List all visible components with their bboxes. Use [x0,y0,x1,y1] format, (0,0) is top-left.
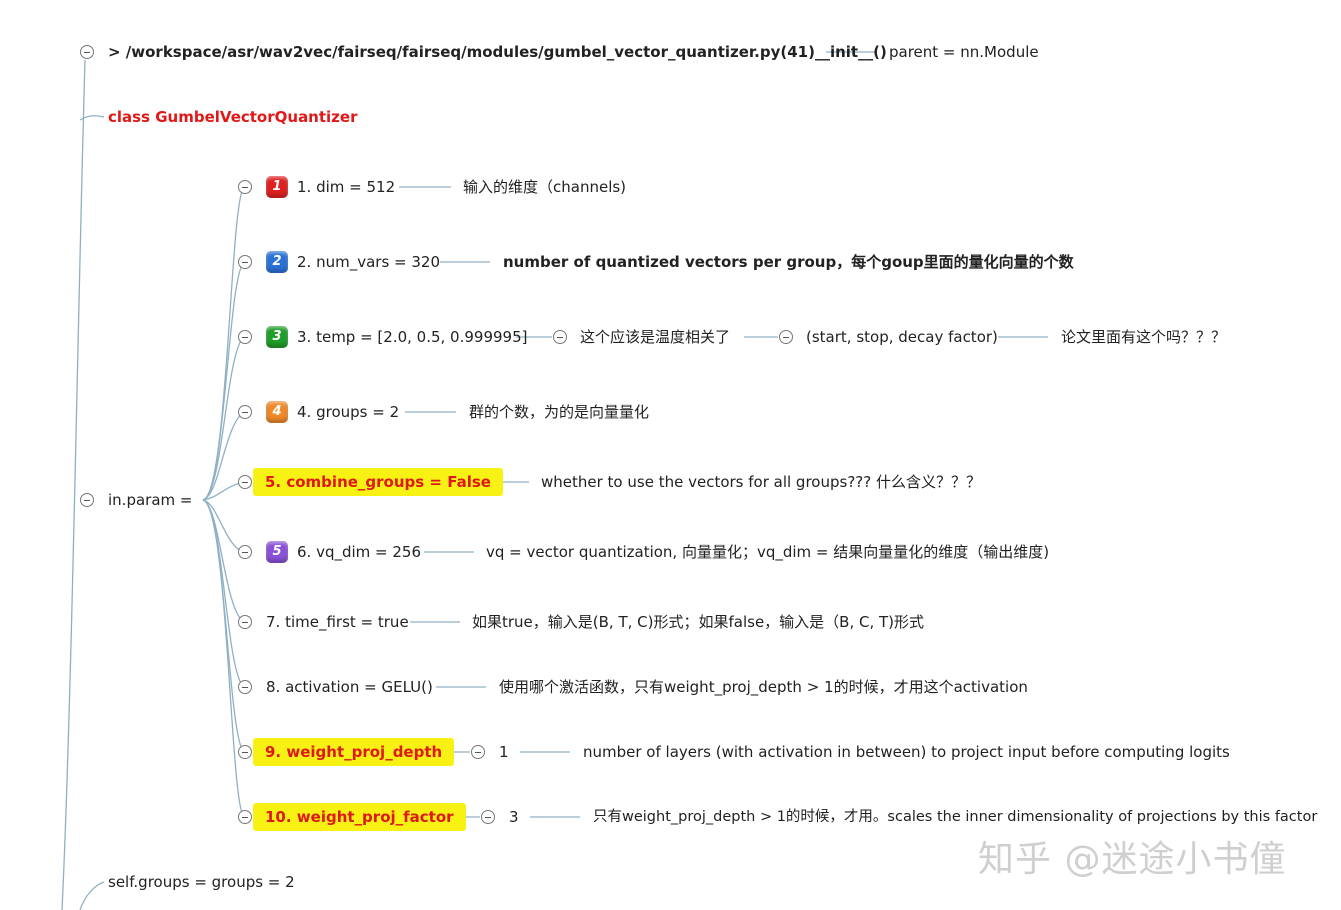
priority-2-icon: 2 [266,251,288,273]
in-param-collapse-toggle[interactable] [80,493,94,507]
priority-1-icon: 1 [266,176,288,198]
connector-lines [61,51,1048,910]
param-combine-groups[interactable]: 5. combine_groups = False [253,468,503,496]
root-node[interactable]: > /workspace/asr/wav2vec/fairseq/fairseq… [108,41,887,63]
temp-note-2-toggle[interactable] [779,330,793,344]
param-activation-note: 使用哪个激活函数，只有weight_proj_depth > 1的时候，才用这个… [499,678,1028,696]
class-label[interactable]: class GumbelVectorQuantizer [108,106,357,128]
param-dim-toggle[interactable] [238,180,252,194]
param-weight-proj-depth-value: 1 [499,743,509,761]
param-groups-toggle[interactable] [238,405,252,419]
mind-map: > /workspace/asr/wav2vec/fairseq/fairseq… [0,0,1341,910]
param-vq-dim-toggle[interactable] [238,545,252,559]
param-weight-proj-factor[interactable]: 10. weight_proj_factor [253,803,466,831]
param-weight-proj-factor-note: 只有weight_proj_depth > 1的时候，才用。scales the… [593,809,1318,825]
param-dim-note: 输入的维度（channels) [463,178,627,196]
param-time-first-toggle[interactable] [238,615,252,629]
param-weight-proj-factor-value: 3 [509,808,519,826]
param-groups[interactable]: 4. groups = 2 [297,401,399,423]
param-num-vars-toggle[interactable] [238,255,252,269]
param-num-vars-note: number of quantized vectors per group，每个… [503,253,1074,271]
in-param-node[interactable]: in.param = [108,489,192,511]
param-dim[interactable]: 1. dim = 512 [297,176,395,198]
param-weight-proj-depth-toggle[interactable] [238,745,252,759]
root-collapse-toggle[interactable] [80,45,94,59]
param-temp-toggle[interactable] [238,330,252,344]
param-temp-note-3: 论文里面有这个吗？？？ [1061,328,1227,346]
param-vq-dim-note: vq = vector quantization, 向量量化；vq_dim = … [486,543,1050,561]
param-temp-note-2: (start, stop, decay factor) [806,328,998,346]
root-note: parent = nn.Module [889,43,1039,61]
param-temp[interactable]: 3. temp = [2.0, 0.5, 0.999995] [297,326,528,348]
watermark: 知乎 @迷途小书僮 [978,839,1287,880]
param-temp-note-1: 这个应该是温度相关了 [580,328,731,346]
param-vq-dim[interactable]: 6. vq_dim = 256 [297,541,421,563]
param-weight-proj-factor-toggle[interactable] [238,810,252,824]
priority-3-icon: 3 [266,326,288,348]
param-combine-groups-toggle[interactable] [238,475,252,489]
param-weight-proj-depth-note: number of layers (with activation in bet… [583,743,1230,761]
priority-5-icon: 5 [266,541,288,563]
param-time-first[interactable]: 7. time_first = true [266,611,409,633]
priority-4-icon: 4 [266,401,288,423]
param-weight-proj-depth[interactable]: 9. weight_proj_depth [253,738,455,766]
weight-proj-factor-value-toggle[interactable] [481,810,495,824]
weight-proj-depth-value-toggle[interactable] [471,745,485,759]
param-combine-groups-note: whether to use the vectors for all group… [541,473,981,491]
temp-note-toggle[interactable] [553,330,567,344]
self-groups-node[interactable]: self.groups = groups = 2 [108,871,295,893]
param-time-first-note: 如果true，输入是(B, T, C)形式；如果false，输入是（B, C, … [472,613,925,631]
param-activation-toggle[interactable] [238,680,252,694]
param-groups-note: 群的个数，为的是向量量化 [469,403,650,421]
param-activation[interactable]: 8. activation = GELU() [266,676,433,698]
param-num-vars[interactable]: 2. num_vars = 320 [297,251,440,273]
